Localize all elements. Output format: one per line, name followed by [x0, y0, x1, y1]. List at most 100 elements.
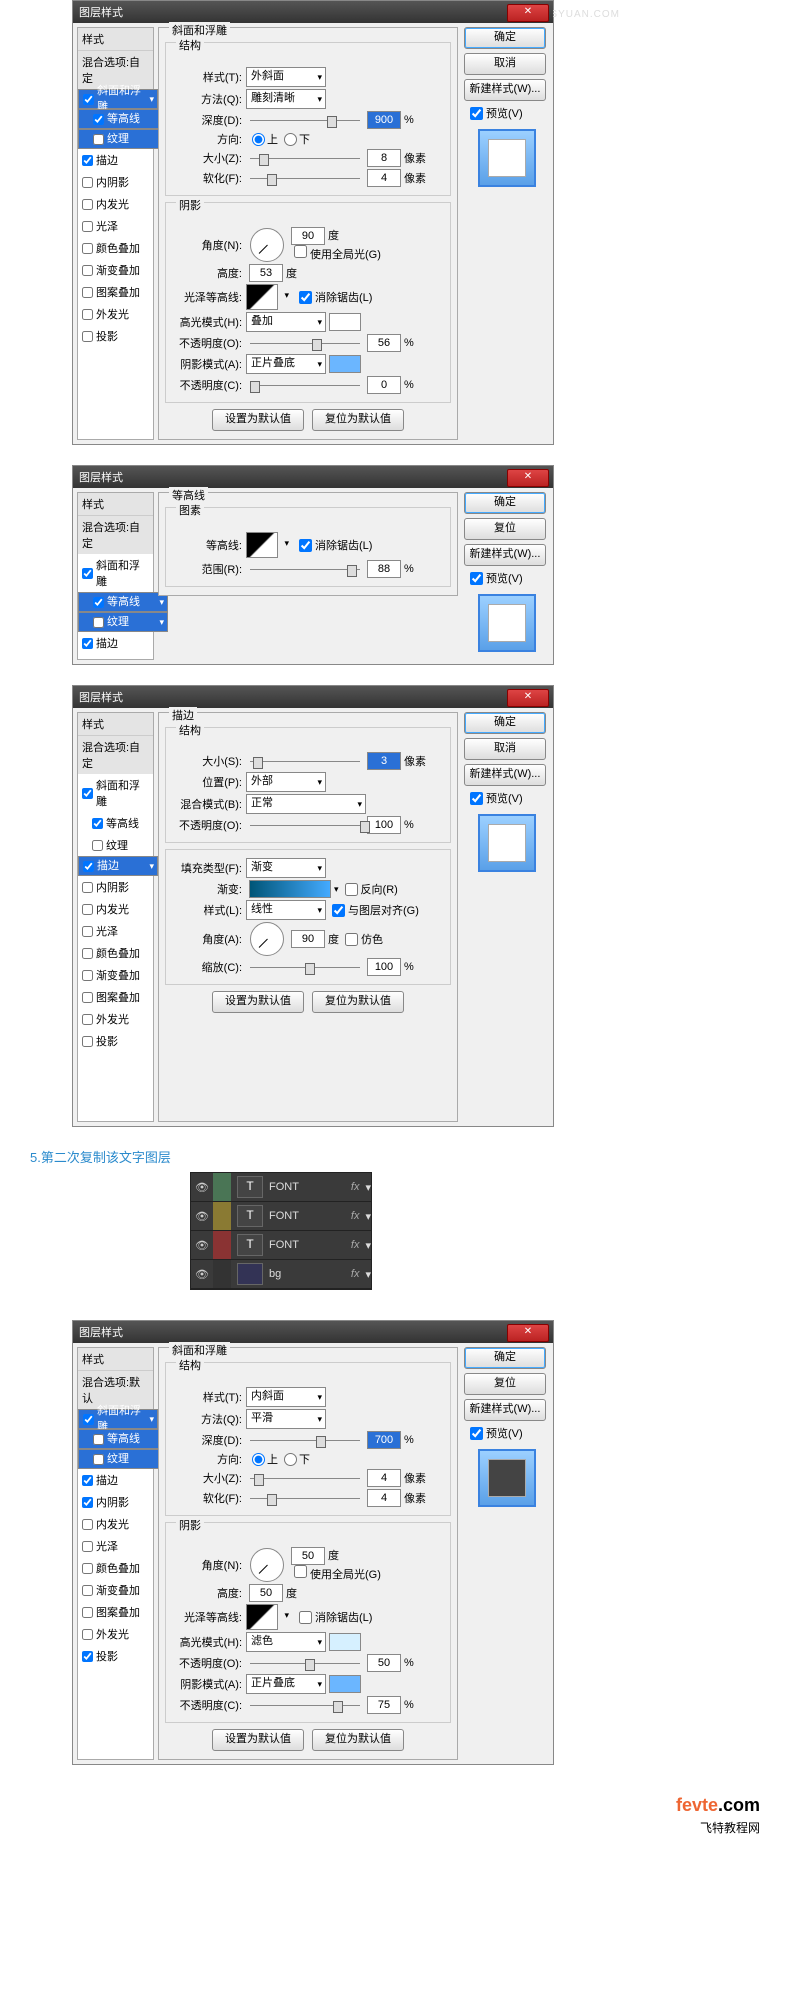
cb-innershadow[interactable]	[82, 1497, 93, 1508]
opacity-slider[interactable]	[250, 818, 360, 832]
dir-up-radio[interactable]	[252, 1453, 265, 1466]
cb-dropshadow[interactable]	[82, 1036, 93, 1047]
reverse-cb[interactable]	[345, 883, 358, 896]
style-satin[interactable]: 光泽	[78, 215, 153, 237]
angle-value[interactable]: 90	[291, 930, 325, 948]
opacity-value[interactable]: 100	[367, 816, 401, 834]
style-coloroverlay[interactable]: 颜色叠加	[78, 1557, 153, 1579]
style-select[interactable]: 外斜面	[246, 67, 326, 87]
cb-contour[interactable]	[93, 597, 104, 608]
cb-innershadow[interactable]	[82, 177, 93, 188]
reset-default-button[interactable]: 复位为默认值	[312, 409, 404, 431]
style-patternoverlay[interactable]: 图案叠加	[78, 986, 153, 1008]
shadow-opacity-value[interactable]: 75	[367, 1696, 401, 1714]
cb-bevel[interactable]	[83, 1414, 94, 1425]
style-bevel[interactable]: 斜面和浮雕	[78, 774, 153, 812]
angle-dial[interactable]	[250, 1548, 284, 1582]
cb-texture[interactable]	[93, 617, 104, 628]
angle-dial[interactable]	[250, 228, 284, 262]
soften-value[interactable]: 4	[367, 169, 401, 187]
cb-bevel[interactable]	[83, 94, 94, 105]
depth-slider[interactable]	[250, 1433, 360, 1447]
cb-outerglow[interactable]	[82, 1629, 93, 1640]
range-slider[interactable]	[250, 562, 360, 576]
size-value[interactable]: 3	[367, 752, 401, 770]
cb-innershadow[interactable]	[82, 882, 93, 893]
layer-row[interactable]: 👁TFONTfx▾	[191, 1202, 371, 1231]
style-patternoverlay[interactable]: 图案叠加	[78, 1601, 153, 1623]
antialias-cb[interactable]	[299, 539, 312, 552]
cb-bevel[interactable]	[82, 788, 93, 799]
cb-coloroverlay[interactable]	[82, 1563, 93, 1574]
visibility-icon[interactable]: 👁	[191, 1181, 213, 1194]
dir-up-radio[interactable]	[252, 133, 265, 146]
style-patternoverlay[interactable]: 图案叠加	[78, 281, 153, 303]
technique-select[interactable]: 雕刻清晰	[246, 89, 326, 109]
cb-gradoverlay[interactable]	[82, 1585, 93, 1596]
cb-stroke[interactable]	[82, 155, 93, 166]
size-slider[interactable]	[250, 151, 360, 165]
shadow-mode-select[interactable]: 正片叠底	[246, 1674, 326, 1694]
shadow-opacity-slider[interactable]	[250, 1698, 360, 1712]
global-light-cb[interactable]	[294, 1565, 307, 1578]
cb-satin[interactable]	[82, 926, 93, 937]
reset-default-button[interactable]: 复位为默认值	[312, 1729, 404, 1751]
style-texture[interactable]: 纹理	[78, 612, 168, 632]
style-bevel[interactable]: 斜面和浮雕	[78, 554, 153, 592]
cancel-button[interactable]: 取消	[464, 738, 546, 760]
styles-header[interactable]: 样式	[78, 28, 153, 51]
cb-outerglow[interactable]	[82, 1014, 93, 1025]
size-slider[interactable]	[250, 754, 360, 768]
new-style-button[interactable]: 新建样式(W)...	[464, 764, 546, 786]
contour-picker[interactable]	[246, 532, 278, 558]
style-stroke[interactable]: 描边	[78, 632, 153, 654]
style-innerglow[interactable]: 内发光	[78, 1513, 153, 1535]
preview-cb[interactable]	[470, 572, 483, 585]
visibility-icon[interactable]: 👁	[191, 1210, 213, 1223]
new-style-button[interactable]: 新建样式(W)...	[464, 79, 546, 101]
global-light-cb[interactable]	[294, 245, 307, 258]
new-style-button[interactable]: 新建样式(W)...	[464, 544, 546, 566]
angle-value[interactable]: 90	[291, 227, 325, 245]
style-coloroverlay[interactable]: 颜色叠加	[78, 942, 153, 964]
highlight-color[interactable]	[329, 313, 361, 331]
make-default-button[interactable]: 设置为默认值	[212, 1729, 304, 1751]
preview-cb[interactable]	[470, 792, 483, 805]
highlight-opacity-slider[interactable]	[250, 1656, 360, 1670]
cb-patternoverlay[interactable]	[82, 1607, 93, 1618]
new-style-button[interactable]: 新建样式(W)...	[464, 1399, 546, 1421]
reset-default-button[interactable]: 复位为默认值	[312, 991, 404, 1013]
grad-style-select[interactable]: 线性	[246, 900, 326, 920]
dir-down-radio[interactable]	[284, 1453, 297, 1466]
style-outerglow[interactable]: 外发光	[78, 303, 153, 325]
altitude-value[interactable]: 53	[249, 264, 283, 282]
cb-texture[interactable]	[93, 134, 104, 145]
reset-button[interactable]: 复位	[464, 518, 546, 540]
cb-texture[interactable]	[93, 1454, 104, 1465]
depth-slider[interactable]	[250, 113, 360, 127]
style-texture[interactable]: 纹理	[78, 129, 168, 149]
cancel-button[interactable]: 取消	[464, 53, 546, 75]
cb-bevel[interactable]	[82, 568, 93, 579]
fill-type-select[interactable]: 渐变	[246, 858, 326, 878]
style-outerglow[interactable]: 外发光	[78, 1008, 153, 1030]
style-dropshadow[interactable]: 投影	[78, 325, 153, 347]
highlight-opacity-slider[interactable]	[250, 336, 360, 350]
style-contour[interactable]: 等高线	[78, 812, 153, 834]
style-satin[interactable]: 光泽	[78, 1535, 153, 1557]
highlight-mode-select[interactable]: 滤色	[246, 1632, 326, 1652]
visibility-icon[interactable]: 👁	[191, 1268, 213, 1281]
size-slider[interactable]	[250, 1471, 360, 1485]
depth-value[interactable]: 900	[367, 111, 401, 129]
cb-gradoverlay[interactable]	[82, 265, 93, 276]
soften-value[interactable]: 4	[367, 1489, 401, 1507]
style-contour[interactable]: 等高线	[78, 109, 168, 129]
dither-cb[interactable]	[345, 933, 358, 946]
altitude-value[interactable]: 50	[249, 1584, 283, 1602]
style-satin[interactable]: 光泽	[78, 920, 153, 942]
style-gradoverlay[interactable]: 渐变叠加	[78, 964, 153, 986]
style-gradoverlay[interactable]: 渐变叠加	[78, 259, 153, 281]
angle-value[interactable]: 50	[291, 1547, 325, 1565]
fx-icon[interactable]: fx	[351, 1268, 360, 1280]
shadow-color[interactable]	[329, 355, 361, 373]
